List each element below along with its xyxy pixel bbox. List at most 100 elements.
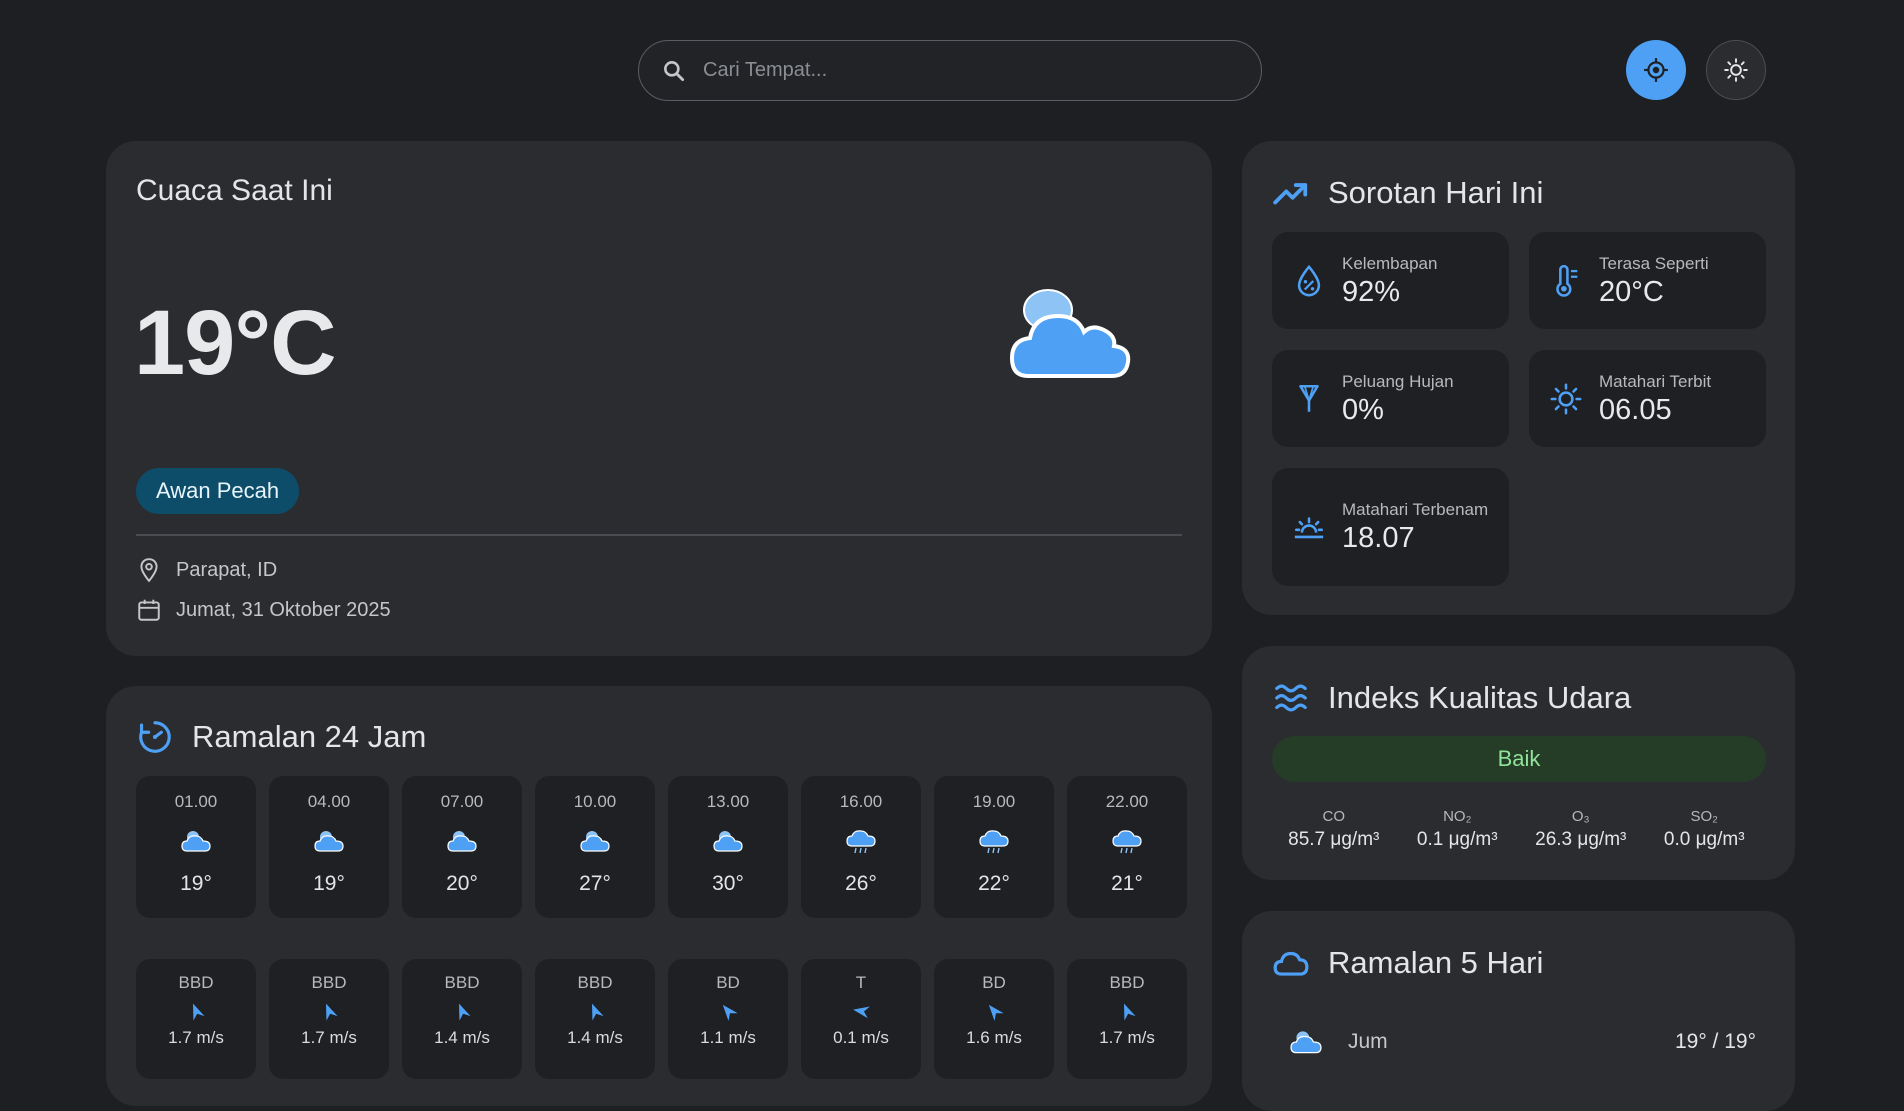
forecast-day-name: Jum xyxy=(1348,1030,1388,1053)
weather-description-text: Awan Pecah xyxy=(156,478,280,503)
highlights-header: Sorotan Hari Ini xyxy=(1272,174,1543,212)
theme-toggle-button[interactable] xyxy=(1706,40,1766,100)
wind-arrow-icon xyxy=(853,1006,870,1019)
clock-icon xyxy=(139,721,171,753)
location-pin-icon xyxy=(140,558,158,583)
pollutant-item: O₃ 26.3 μg/m³ xyxy=(1519,808,1643,851)
wind-arrow-icon xyxy=(1124,1003,1136,1021)
weather-description-badge: Awan Pecah xyxy=(136,468,300,514)
cloud-icon xyxy=(447,831,477,852)
location-row: Parapat, ID xyxy=(136,557,277,583)
location-text: Parapat, ID xyxy=(176,558,278,581)
hour-item: 01.00 19° xyxy=(136,776,256,918)
hour-time: 07.00 xyxy=(440,792,484,811)
hour-item: 10.00 27° xyxy=(535,776,655,918)
hour-item: 04.00 19° xyxy=(269,776,389,918)
hourly-temperature-list: 01.00 19° 04.00 19° 07.00 20° 10.00 27° … xyxy=(136,776,1187,918)
cloud-icon xyxy=(181,831,211,852)
search-bar[interactable] xyxy=(638,40,1262,101)
wind-direction: BBD xyxy=(444,973,480,992)
hourly-forecast-title: Ramalan 24 Jam xyxy=(192,719,427,754)
top-bar xyxy=(0,0,1904,140)
wind-direction: BD xyxy=(716,973,740,992)
hour-item: 22.00 21° xyxy=(1067,776,1187,918)
forecast-day-row: Jum 19° / 19° xyxy=(1272,1022,1766,1062)
wind-direction: BD xyxy=(982,973,1006,992)
wind-direction: BBD xyxy=(311,973,347,992)
pollutant-item: SO₂ 0.0 μg/m³ xyxy=(1643,808,1767,851)
hour-time: 10.00 xyxy=(573,792,617,811)
hour-item: 13.00 30° xyxy=(668,776,788,918)
pollutant-item: NO₂ 0.1 μg/m³ xyxy=(1396,808,1520,851)
highlight-label: Matahari Terbit xyxy=(1599,371,1712,391)
wind-speed: 1.7 m/s xyxy=(168,1028,224,1047)
hour-time: 13.00 xyxy=(706,792,750,811)
wind-item: BBD 1.4 m/s xyxy=(535,959,655,1079)
air-quality-header: Indeks Kualitas Udara xyxy=(1272,679,1631,717)
date-text: Jumat, 31 Oktober 2025 xyxy=(176,598,391,621)
crosshair-icon xyxy=(1644,58,1668,82)
highlight-sunrise: Matahari Terbit 06.05 xyxy=(1529,350,1766,447)
rain-cloud-icon xyxy=(846,830,876,854)
wind-item: BBD 1.7 m/s xyxy=(136,959,256,1079)
pollutant-name: O₃ xyxy=(1571,808,1590,825)
highlight-rain-chance: Peluang Hujan 0% xyxy=(1272,350,1509,447)
wind-speed: 1.7 m/s xyxy=(1099,1028,1155,1047)
wind-speed: 1.6 m/s xyxy=(966,1028,1022,1047)
aqi-status-text: Baik xyxy=(1497,746,1541,771)
divider xyxy=(136,534,1182,536)
sun-icon xyxy=(1724,58,1748,82)
pollutant-name: NO₂ xyxy=(1443,808,1472,825)
pollutant-value: 26.3 μg/m³ xyxy=(1535,829,1627,850)
wind-speed: 1.4 m/s xyxy=(434,1028,490,1047)
hour-temp: 20° xyxy=(446,872,478,895)
pollutant-item: CO 85.7 μg/m³ xyxy=(1272,808,1396,851)
current-location-button[interactable] xyxy=(1626,40,1686,100)
pollutant-name: CO xyxy=(1322,808,1346,825)
five-day-forecast-header: Ramalan 5 Hari xyxy=(1272,944,1543,982)
wind-speed: 1.1 m/s xyxy=(700,1028,756,1047)
hourly-forecast-card: Ramalan 24 Jam 01.00 19° 04.00 19° 07.00… xyxy=(106,686,1212,1106)
hour-item: 19.00 22° xyxy=(934,776,1054,918)
pollutant-list: CO 85.7 μg/m³ NO₂ 0.1 μg/m³ O₃ 26.3 μg/m… xyxy=(1272,808,1766,851)
wind-arrow-icon xyxy=(193,1003,205,1021)
search-icon xyxy=(664,60,685,81)
hour-time: 04.00 xyxy=(307,792,351,811)
search-input[interactable] xyxy=(703,59,1223,82)
hourly-wind-list: BBD 1.7 m/s BBD 1.7 m/s BBD 1.4 m/s BBD … xyxy=(136,959,1187,1079)
wind-item: BBD 1.4 m/s xyxy=(402,959,522,1079)
hour-item: 07.00 20° xyxy=(402,776,522,918)
cloud-icon xyxy=(1290,1031,1322,1054)
hour-temp: 19° xyxy=(313,872,345,895)
rain-cloud-icon xyxy=(1112,830,1142,854)
five-day-forecast-title: Ramalan 5 Hari xyxy=(1328,945,1544,980)
highlight-feels-like: Terasa Seperti 20°C xyxy=(1529,232,1766,329)
current-temperature: 19°C xyxy=(134,292,337,394)
cloud-icon xyxy=(580,831,610,852)
wind-speed: 1.4 m/s xyxy=(567,1028,623,1047)
hour-temp: 22° xyxy=(978,872,1010,895)
pollutant-value: 0.0 μg/m³ xyxy=(1663,829,1745,850)
highlight-label: Kelembapan xyxy=(1342,253,1438,273)
highlight-value: 92% xyxy=(1342,275,1401,308)
waves-icon xyxy=(1275,684,1307,712)
five-day-forecast-card: Ramalan 5 Hari Jum 19° / 19° xyxy=(1242,911,1795,1111)
highlights-card: Sorotan Hari Ini Kelembapan 92% Terasa S… xyxy=(1242,141,1795,615)
hour-temp: 26° xyxy=(845,872,877,895)
highlight-label: Terasa Seperti xyxy=(1599,253,1709,273)
air-quality-title: Indeks Kualitas Udara xyxy=(1328,680,1632,715)
trending-up-icon xyxy=(1273,183,1308,205)
highlight-value: 0% xyxy=(1342,393,1384,426)
hour-temp: 21° xyxy=(1111,872,1143,895)
cloud-icon xyxy=(314,831,344,852)
hour-temp: 27° xyxy=(579,872,611,895)
forecast-day-temp: 19° / 19° xyxy=(1674,1030,1756,1053)
highlight-humidity: Kelembapan 92% xyxy=(1272,232,1509,329)
wind-direction: BBD xyxy=(577,973,613,992)
thermometer-icon xyxy=(1556,264,1578,297)
hourly-forecast-header: Ramalan 24 Jam xyxy=(136,718,426,756)
air-quality-card: Indeks Kualitas Udara Baik CO 85.7 μg/m³… xyxy=(1242,646,1795,880)
wind-speed: 0.1 m/s xyxy=(833,1028,889,1047)
wind-item: BD 1.6 m/s xyxy=(934,959,1054,1079)
wind-arrow-icon xyxy=(988,1004,1004,1021)
